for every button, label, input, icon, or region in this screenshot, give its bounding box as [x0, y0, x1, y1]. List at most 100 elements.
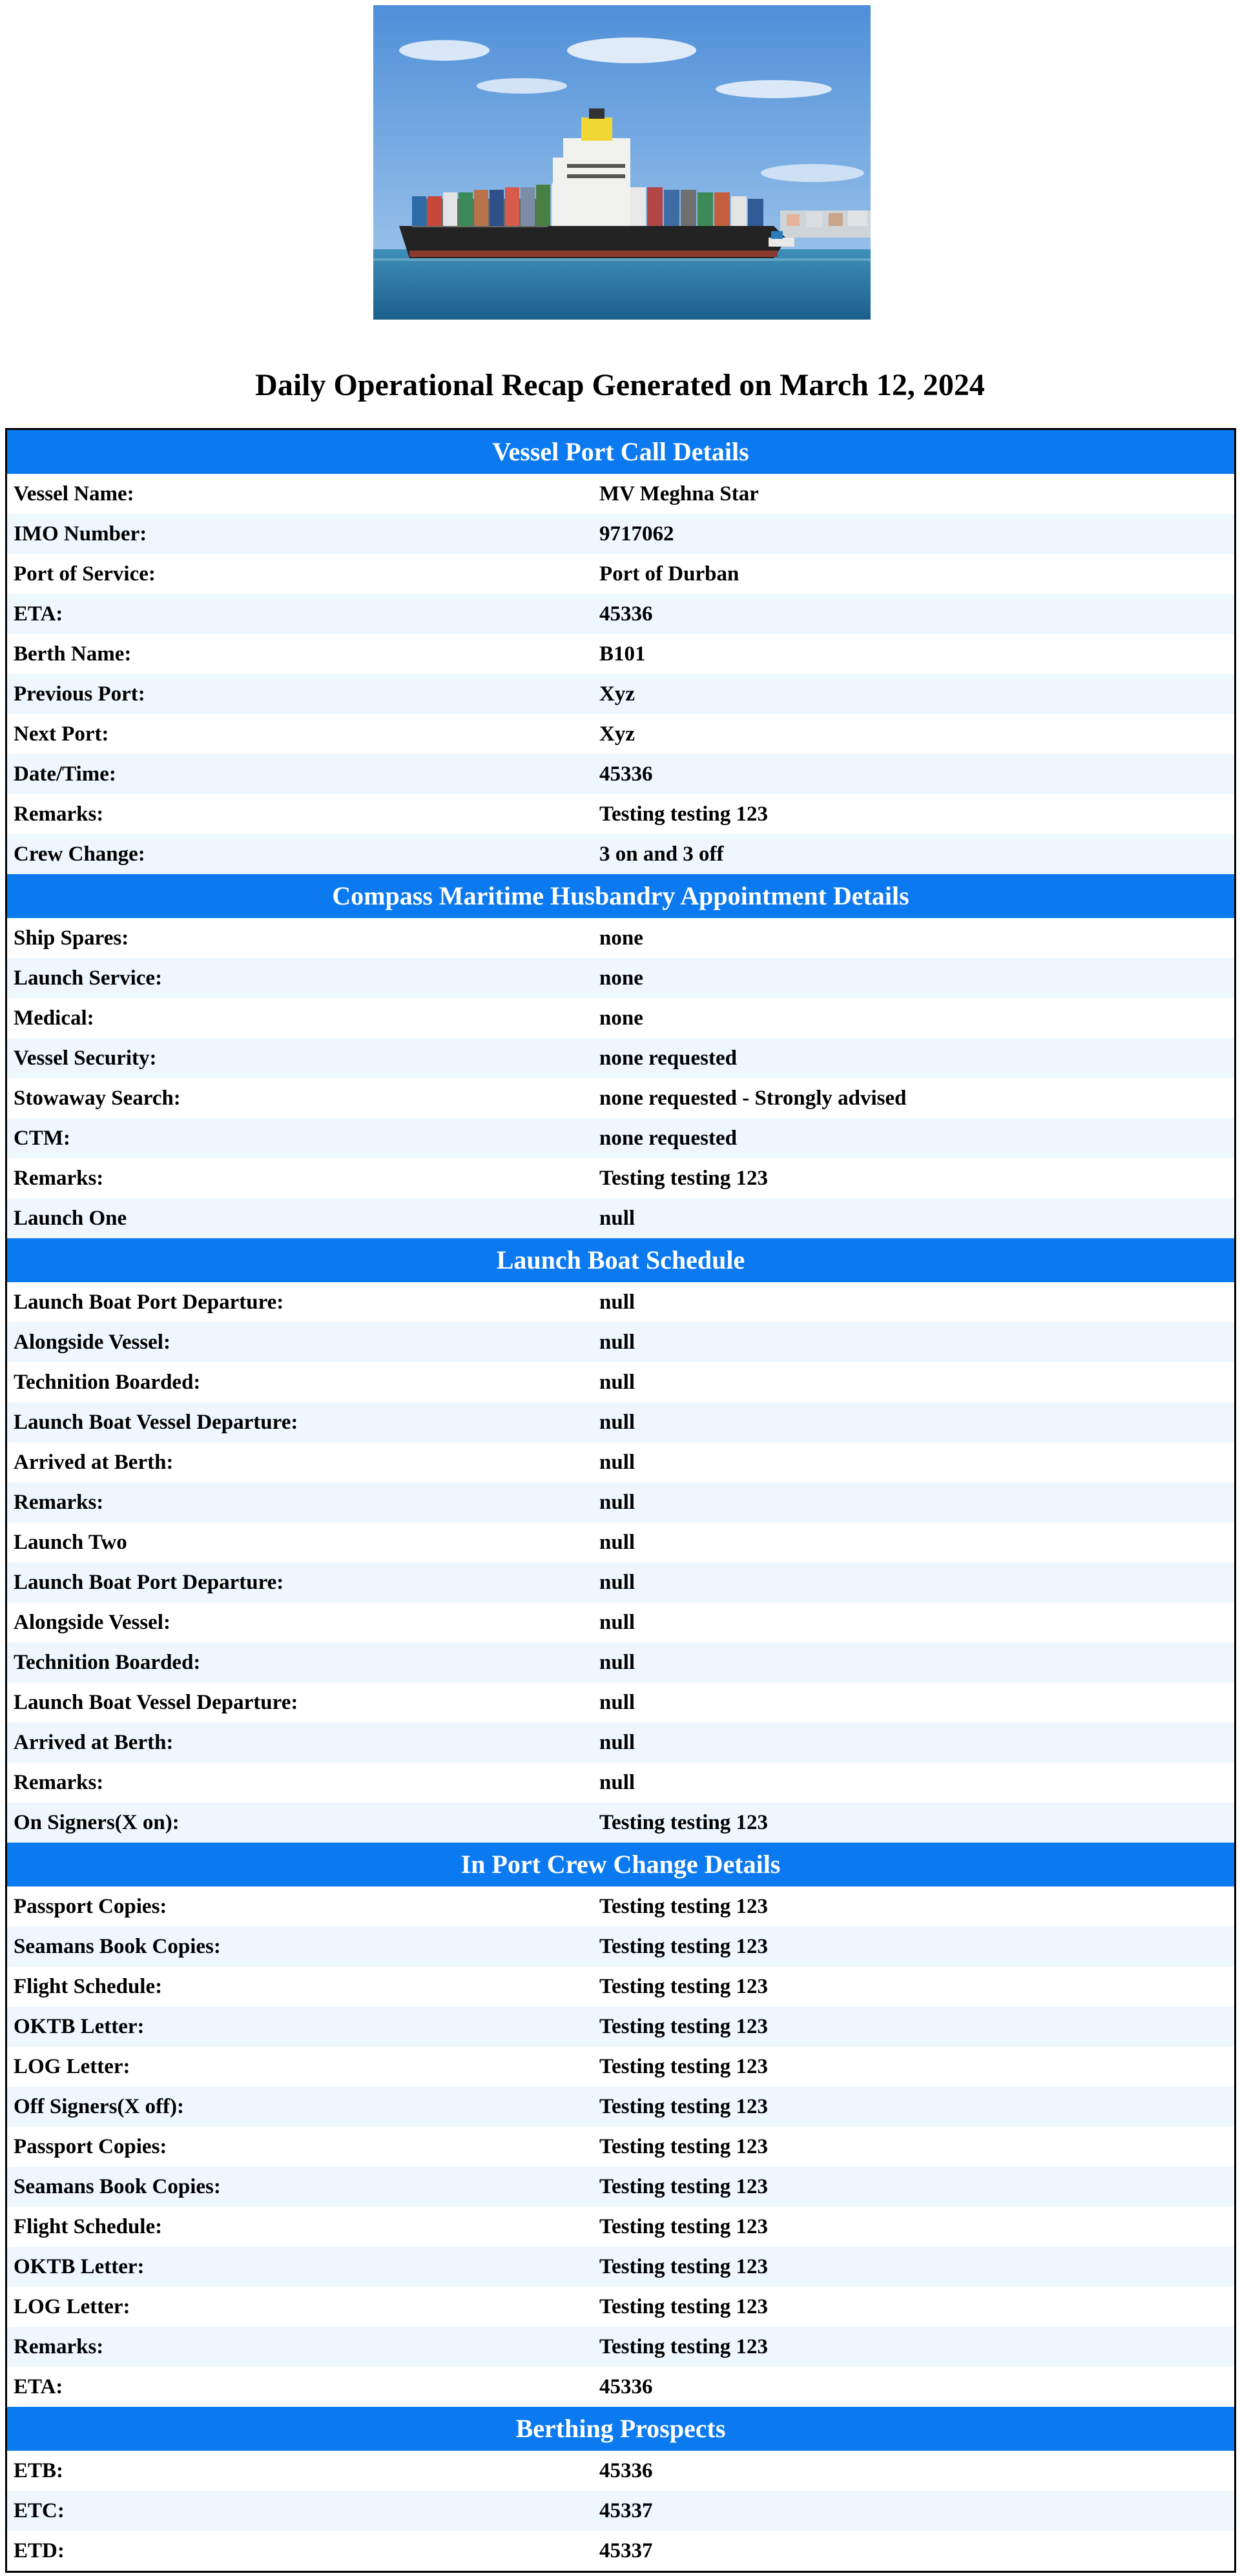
row-value: Testing testing 123: [599, 2295, 768, 2318]
row-label: Launch Boat Vessel Departure:: [14, 1410, 298, 1434]
table-row: Crew Change: 3 on and 3 off: [7, 834, 1234, 874]
row-value: null: [599, 1410, 636, 1434]
row-value: Testing testing 123: [599, 1810, 768, 1834]
row-value: Testing testing 123: [599, 802, 768, 826]
table-row: Technition Boarded: null: [7, 1642, 1234, 1682]
table-row: Launch One null: [7, 1198, 1234, 1238]
row-label: ETB:: [14, 2458, 64, 2482]
row-value: Xyz: [599, 722, 635, 746]
row-label: Crew Change:: [14, 842, 145, 866]
row-label: Passport Copies:: [14, 2134, 167, 2158]
table-row: Off Signers(X off): Testing testing 123: [7, 2087, 1234, 2127]
row-label: Berth Name:: [14, 642, 132, 666]
row-value: Testing testing 123: [599, 1974, 768, 1998]
section-header-in-port-crew-change-details: In Port Crew Change Details: [7, 1843, 1234, 1886]
table-row: Vessel Security: none requested: [7, 1038, 1234, 1078]
table-row: Date/Time: 45336: [7, 754, 1234, 794]
row-value: Port of Durban: [599, 562, 739, 586]
table-row: LOG Letter: Testing testing 123: [7, 2287, 1234, 2327]
row-value: 9717062: [599, 522, 674, 546]
row-label: Arrived at Berth:: [14, 1730, 174, 1754]
row-label: Seamans Book Copies:: [14, 1934, 221, 1958]
table-row: Berth Name: B101: [7, 634, 1234, 674]
row-value: 45336: [599, 2375, 653, 2398]
row-label: Remarks:: [14, 1490, 104, 1514]
row-value: null: [599, 1370, 636, 1394]
row-label: Previous Port:: [14, 682, 145, 706]
row-value: null: [599, 1290, 636, 1314]
row-label: Launch Boat Port Departure:: [14, 1290, 284, 1314]
row-value: Testing testing 123: [599, 2254, 768, 2278]
row-label: Seamans Book Copies:: [14, 2174, 221, 2198]
row-value: none requested: [599, 1046, 737, 1070]
row-label: LOG Letter:: [14, 2054, 130, 2078]
row-label: Alongside Vessel:: [14, 1610, 170, 1634]
table-row: ETD: 45337: [7, 2531, 1234, 2571]
section-header-berthing-prospects: Berthing Prospects: [7, 2407, 1234, 2451]
row-value: Xyz: [599, 682, 635, 706]
row-label: Technition Boarded:: [14, 1650, 201, 1674]
table-row: Remarks: Testing testing 123: [7, 794, 1234, 834]
table-row: ETA: 45336: [7, 594, 1234, 634]
row-label: Off Signers(X off):: [14, 2094, 184, 2118]
row-label: OKTB Letter:: [14, 2254, 145, 2278]
table-row: ETB: 45336: [7, 2451, 1234, 2491]
row-label: Remarks:: [14, 1166, 104, 1190]
row-label: Passport Copies:: [14, 1894, 167, 1918]
table-row: Passport Copies: Testing testing 123: [7, 1886, 1234, 1927]
table-row: IMO Number: 9717062: [7, 514, 1234, 554]
row-label: Flight Schedule:: [14, 2214, 163, 2238]
row-label: Ship Spares:: [14, 926, 129, 950]
row-label: Launch One: [14, 1206, 127, 1230]
row-value: Testing testing 123: [599, 2054, 768, 2078]
row-value: Testing testing 123: [599, 2214, 768, 2238]
row-value: 45336: [599, 602, 653, 626]
table-row: Arrived at Berth: null: [7, 1442, 1234, 1482]
table-row: ETA: 45336: [7, 2367, 1234, 2407]
row-label: Medical:: [14, 1006, 94, 1030]
row-label: CTM:: [14, 1126, 70, 1150]
row-value: none: [599, 926, 643, 950]
table-row: Remarks: Testing testing 123: [7, 1158, 1234, 1198]
row-value: null: [599, 1650, 636, 1674]
row-label: ETC:: [14, 2499, 65, 2522]
table-row: Launch Boat Port Departure: null: [7, 1562, 1234, 1602]
row-label: ETD:: [14, 2539, 65, 2562]
row-value: none requested: [599, 1126, 737, 1150]
table-row: Remarks: null: [7, 1482, 1234, 1522]
row-value: Testing testing 123: [599, 2174, 768, 2198]
row-value: none requested - Strongly advised: [599, 1086, 907, 1110]
row-value: null: [599, 1530, 636, 1554]
row-label: Vessel Name:: [14, 482, 134, 506]
row-label: ETA:: [14, 2375, 63, 2398]
table-row: On Signers(X on): Testing testing 123: [7, 1803, 1234, 1843]
row-label: Launch Boat Vessel Departure:: [14, 1690, 298, 1714]
section-header-vessel-port-call-details: Vessel Port Call Details: [7, 430, 1234, 474]
row-value: null: [599, 1610, 636, 1634]
row-value: null: [599, 1730, 636, 1754]
table-row: OKTB Letter: Testing testing 123: [7, 2247, 1234, 2287]
row-label: Technition Boarded:: [14, 1370, 201, 1394]
row-value: null: [599, 1690, 636, 1714]
row-label: LOG Letter:: [14, 2295, 130, 2318]
row-label: On Signers(X on):: [14, 1810, 180, 1834]
row-label: Launch Boat Port Departure:: [14, 1570, 284, 1594]
table-row: Vessel Name: MV Meghna Star: [7, 474, 1234, 514]
table-row: Ship Spares: none: [7, 918, 1234, 958]
row-value: null: [599, 1490, 636, 1514]
table-row: Previous Port: Xyz: [7, 674, 1234, 714]
table-row: CTM: none requested: [7, 1118, 1234, 1158]
table-row: Remarks: Testing testing 123: [7, 2327, 1234, 2367]
operational-recap-table: Vessel Port Call Details Vessel Name: MV M…: [5, 428, 1236, 2573]
table-row: Flight Schedule: Testing testing 123: [7, 1967, 1234, 2007]
row-label: Next Port:: [14, 722, 109, 746]
row-value: null: [599, 1570, 636, 1594]
row-label: Arrived at Berth:: [14, 1450, 174, 1474]
row-label: Vessel Security:: [14, 1046, 157, 1070]
section-header-launch-boat-schedule: Launch Boat Schedule: [7, 1238, 1234, 1282]
row-value: null: [599, 1770, 636, 1794]
row-label: Port of Service:: [14, 562, 156, 586]
table-row: Launch Two null: [7, 1522, 1234, 1562]
table-row: Alongside Vessel: null: [7, 1322, 1234, 1362]
row-value: Testing testing 123: [599, 1894, 768, 1918]
